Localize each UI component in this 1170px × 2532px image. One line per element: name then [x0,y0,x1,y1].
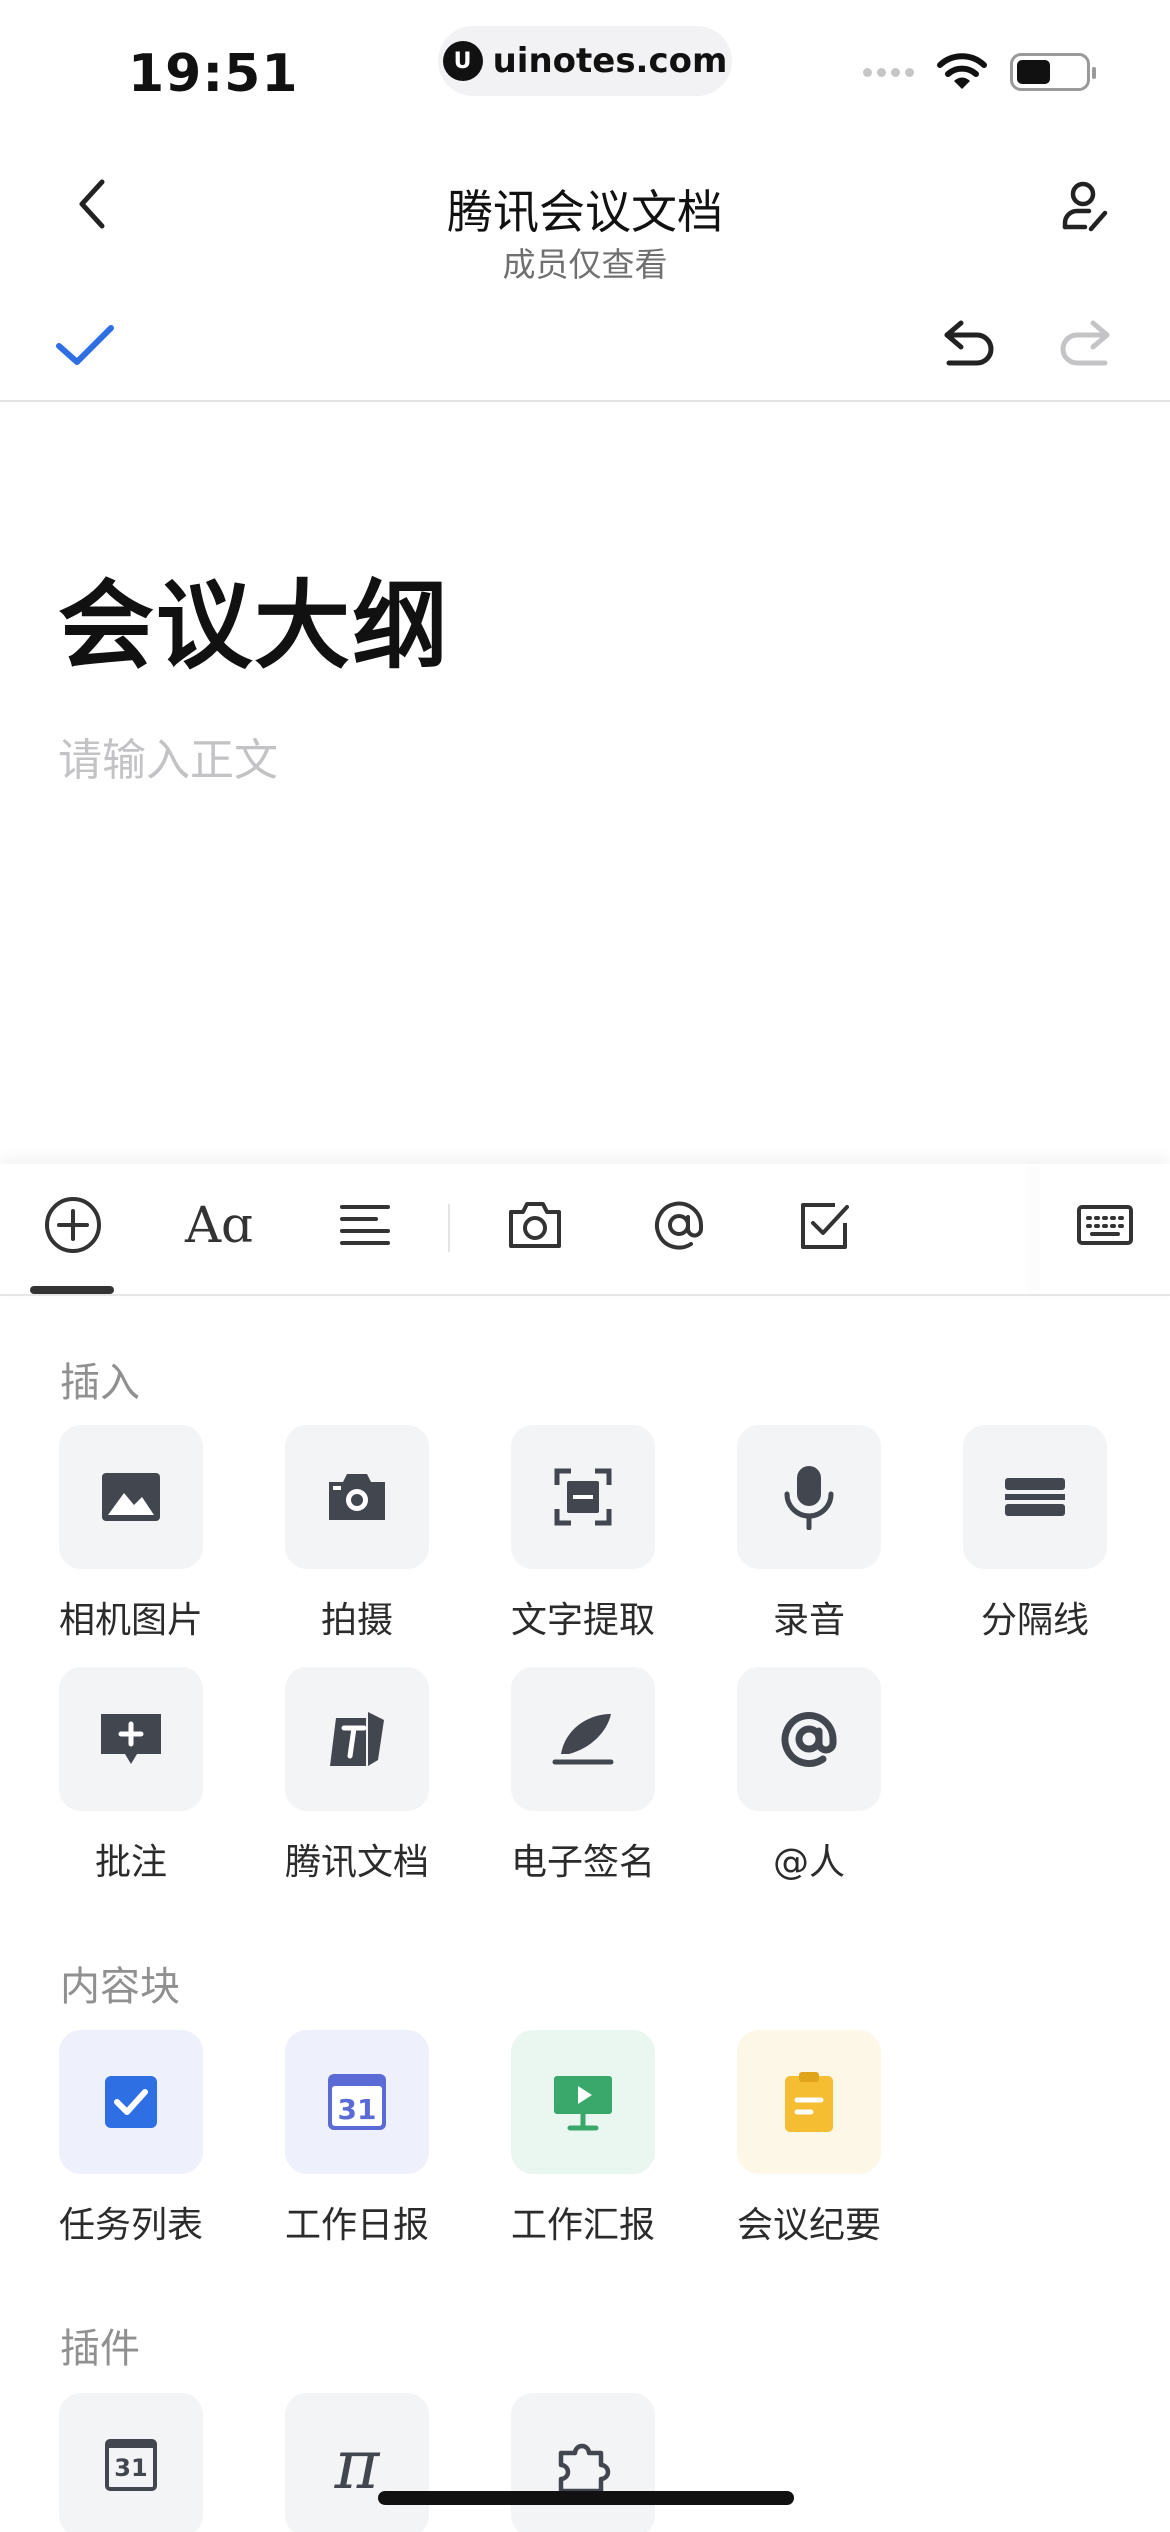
document-title[interactable]: 会议大纲 [58,548,450,687]
align-icon [340,1205,390,1245]
mention-icon [781,1712,837,1767]
block-work-report[interactable]: 工作汇报 [488,2030,678,2248]
status-icons [863,52,1096,92]
presentation-icon [554,2076,612,2131]
camera-icon [509,1202,561,1248]
status-time: 19:51 [128,44,299,104]
url-text: uinotes.com [492,41,728,81]
status-bar: 19:51 U uinotes.com [0,0,1170,140]
task-list-icon [105,2076,157,2128]
insert-divider[interactable]: 分隔线 [940,1425,1130,1643]
nav-bar: 腾讯会议文档 成员仅查看 [0,150,1170,300]
tencent-docs-icon [330,1712,384,1766]
undo-button[interactable] [936,310,1002,376]
insert-text-extract[interactable]: 文字提取 [488,1425,678,1643]
insert-signature[interactable]: 电子签名 [488,1667,678,1885]
comment-add-icon [101,1714,161,1764]
insert-comment[interactable]: 批注 [36,1667,226,1885]
pi-icon: π [334,2425,380,2505]
block-daily-report[interactable]: 31 工作日报 [262,2030,452,2248]
url-pill[interactable]: U uinotes.com [438,26,732,96]
block-task-list[interactable]: 任务列表 [36,2030,226,2248]
done-button[interactable] [52,312,118,378]
permission-subtitle: 成员仅查看 [502,245,668,284]
insert-camera-image[interactable]: 相机图片 [36,1425,226,1643]
block-meeting-minutes[interactable]: 会议纪要 [714,2030,904,2248]
plugin-extension[interactable] [488,2393,678,2532]
home-indicator [378,2491,794,2505]
tab-insert[interactable] [34,1186,112,1264]
members-button[interactable] [1054,174,1118,238]
section-content-blocks-label: 内容块 [60,1964,180,2010]
puzzle-icon [558,2443,611,2494]
checkmark-icon [56,325,114,365]
image-icon [102,1473,160,1521]
tool-mention[interactable] [640,1186,718,1264]
undo-icon [944,320,994,366]
user-edit-icon [1062,181,1108,232]
clipboard-icon [785,2072,833,2132]
toolbar-shadow [1040,1164,1044,1294]
checkbox-icon [801,1203,849,1249]
microphone-icon [784,1466,834,1530]
insert-capture[interactable]: 拍摄 [262,1425,452,1643]
keyboard-icon [1077,1205,1133,1245]
divider-icon [1005,1478,1065,1516]
at-icon [655,1201,703,1250]
insert-recording[interactable]: 录音 [714,1425,904,1643]
toolbar-divider [448,1204,450,1252]
plus-circle-icon [45,1197,101,1253]
tab-paragraph[interactable] [326,1186,404,1264]
cellular-signal-icon [863,67,914,77]
body-input[interactable] [58,730,1108,790]
insert-tencent-docs[interactable]: 腾讯文档 [262,1667,452,1885]
calendar-icon: 31 [105,2439,157,2491]
edit-action-bar [0,300,1170,402]
camera-icon [329,1474,385,1520]
calendar-icon: 31 [328,2074,386,2130]
redo-button[interactable] [1052,310,1118,376]
signature-icon [552,1714,614,1765]
tab-text-format[interactable]: Aɑ [180,1186,258,1264]
insert-mention[interactable]: @人 [714,1667,904,1885]
plugin-calendar[interactable]: 31 [36,2393,226,2532]
plugin-formula[interactable]: π [262,2393,452,2532]
active-tab-indicator [30,1286,114,1294]
format-toolbar: Aɑ [0,1164,1170,1296]
text-format-icon: Aɑ [184,1196,254,1254]
section-plugins-label: 插件 [60,2326,140,2372]
redo-icon [1060,320,1110,366]
tool-todo[interactable] [786,1186,864,1264]
section-insert-label: 插入 [60,1360,140,1406]
doc-header-title: 腾讯会议文档 [447,185,723,239]
site-logo-icon: U [442,41,483,81]
tool-camera[interactable] [496,1186,574,1264]
text-scan-icon [554,1468,612,1526]
keyboard-button[interactable] [1066,1186,1144,1264]
battery-icon [1010,53,1096,91]
wifi-icon [937,53,987,89]
